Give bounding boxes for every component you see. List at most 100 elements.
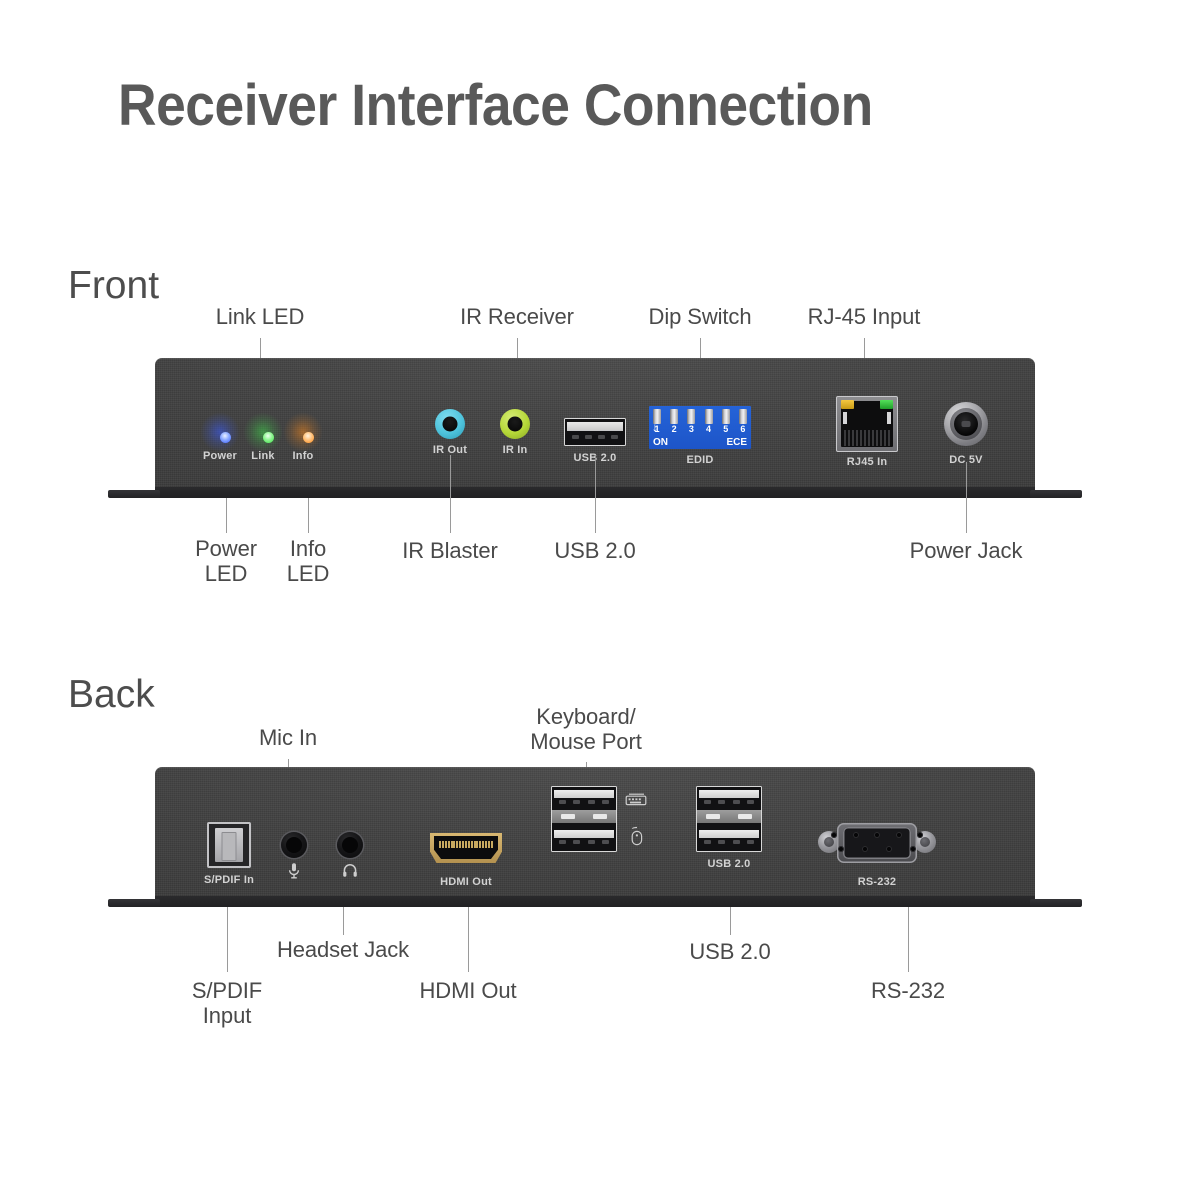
spdif-port[interactable]: S/PDIF In	[204, 822, 254, 886]
section-heading-back: Back	[68, 673, 155, 716]
led-power-label: Power	[202, 450, 238, 462]
callout-usb-back: USB 2.0	[689, 939, 771, 964]
dip-on-label: ON	[653, 437, 668, 448]
callout-ir-blaster: IR Blaster	[402, 538, 498, 563]
mouse-icon	[629, 826, 645, 851]
led-link-dot	[263, 432, 274, 443]
usb-stack-divider-right	[697, 810, 761, 823]
callout-ir-receiver: IR Receiver	[460, 304, 574, 329]
callout-power-jack: Power Jack	[909, 538, 1023, 563]
dc-jack-body	[944, 402, 988, 446]
page-title: Receiver Interface Connection	[118, 73, 873, 138]
chassis-bottom-edge-back	[155, 896, 1035, 907]
ir-in-label: IR In	[502, 444, 528, 456]
spdif-notch	[221, 832, 237, 861]
leader-line-rs232	[908, 907, 910, 972]
callout-keyboard-mouse: Keyboard/ Mouse Port	[530, 704, 642, 754]
dc-power-jack[interactable]: DC 5V	[944, 402, 988, 466]
leader-line-hdmi	[468, 907, 470, 972]
back-usb-ports[interactable]: USB 2.0	[696, 786, 762, 870]
down-arrow-icon: ↓	[652, 420, 658, 434]
keyboard-mouse-usb-ports[interactable]	[551, 786, 647, 852]
dc-jack-pin	[961, 421, 971, 427]
callout-rj45-input: RJ-45 Input	[807, 304, 921, 329]
dip-switch[interactable]: 1 2 3 4 5 6 ↓ ON ECE EDID	[649, 406, 751, 466]
rs232-port[interactable]: RS-232	[818, 820, 936, 888]
back-usb-port-upper[interactable]	[697, 787, 761, 809]
rj45-clip-right	[887, 412, 891, 424]
dip-number-6: 6	[740, 424, 746, 434]
mic-jack-hole	[286, 837, 302, 853]
rj45-port[interactable]: RJ45 In	[836, 396, 898, 468]
back-usb-upper-tongue	[699, 790, 759, 798]
mic-jack[interactable]	[281, 832, 307, 879]
section-heading-front: Front	[68, 264, 160, 307]
mounting-ear-left-back	[108, 899, 160, 907]
callout-rs232: RS-232	[871, 978, 945, 1003]
led-info-dot	[303, 432, 314, 443]
front-usb-pins	[569, 434, 621, 440]
front-usb-tongue	[567, 422, 623, 431]
dip-switch-sliders[interactable]	[653, 409, 747, 424]
callout-dip-switch: Dip Switch	[648, 304, 752, 329]
dip-ece-label: ECE	[726, 437, 747, 448]
db9-body	[837, 823, 917, 863]
db9-pin-row-bottom	[838, 846, 916, 852]
usb-stack-divider-left	[552, 810, 616, 823]
callout-hdmi-out: HDMI Out	[419, 978, 517, 1003]
spdif-connector	[207, 822, 251, 868]
led-info-label: Info	[292, 450, 314, 462]
led-power-dot	[220, 432, 231, 443]
rs232-label: RS-232	[857, 876, 897, 888]
dip-number-5: 5	[723, 424, 729, 434]
headphone-jack[interactable]	[337, 832, 363, 877]
headphone-jack-hole	[342, 837, 358, 853]
db9-pin-row-top	[831, 832, 923, 838]
back-usb-lower-tongue	[699, 830, 759, 838]
ir-out-jack[interactable]: IR Out	[433, 409, 467, 456]
dip-number-3: 3	[688, 424, 694, 434]
back-usb-stack	[696, 786, 762, 852]
mouse-usb-port[interactable]	[552, 827, 616, 849]
led-link-label: Link	[251, 450, 275, 462]
dip-slider-6[interactable]	[738, 409, 747, 424]
dip-switch-block: 1 2 3 4 5 6 ↓ ON ECE	[649, 406, 751, 449]
callout-mic-in: Mic In	[258, 725, 318, 750]
ir-in-jack[interactable]: IR In	[500, 409, 530, 456]
front-usb-port[interactable]: USB 2.0	[564, 418, 626, 464]
leader-line-power-led	[226, 498, 228, 533]
keyboard-icon	[625, 791, 647, 811]
mouse-usb-pins	[555, 840, 613, 844]
headphone-jack-body	[337, 832, 363, 858]
dip-slider-5[interactable]	[721, 409, 730, 424]
rj45-label: RJ45 In	[846, 456, 888, 468]
spdif-label: S/PDIF In	[203, 874, 255, 886]
dip-edid-label: EDID	[686, 454, 714, 466]
mouse-usb-tongue	[554, 830, 614, 838]
leader-line-info-led	[308, 498, 310, 533]
hdmi-port[interactable]: HDMI Out	[430, 833, 502, 888]
callout-spdif-input: S/PDIF Input	[191, 978, 263, 1028]
rj45-led-amber	[841, 400, 854, 409]
rj45-connector	[836, 396, 898, 452]
dip-number-4: 4	[706, 424, 712, 434]
ir-out-ring	[435, 409, 465, 439]
hdmi-connector	[430, 833, 502, 863]
back-usb-upper-pins	[700, 800, 758, 804]
dip-slider-3[interactable]	[687, 409, 696, 424]
back-usb-port-lower[interactable]	[697, 827, 761, 849]
front-usb-connector	[564, 418, 626, 446]
keyboard-usb-port[interactable]	[552, 787, 616, 809]
back-usb-label: USB 2.0	[707, 858, 751, 870]
callout-headset-jack: Headset Jack	[276, 937, 410, 962]
leader-line-spdif	[227, 907, 229, 972]
keyboard-usb-pins	[555, 800, 613, 804]
mounting-ear-right-front	[1030, 490, 1082, 498]
callout-link-led: Link LED	[215, 304, 305, 329]
hdmi-pins	[439, 841, 493, 848]
ir-in-ring	[500, 409, 530, 439]
dip-switch-numbers: 1 2 3 4 5 6	[653, 424, 747, 435]
hdmi-label: HDMI Out	[440, 876, 492, 888]
dip-slider-2[interactable]	[670, 409, 679, 424]
dip-slider-4[interactable]	[704, 409, 713, 424]
